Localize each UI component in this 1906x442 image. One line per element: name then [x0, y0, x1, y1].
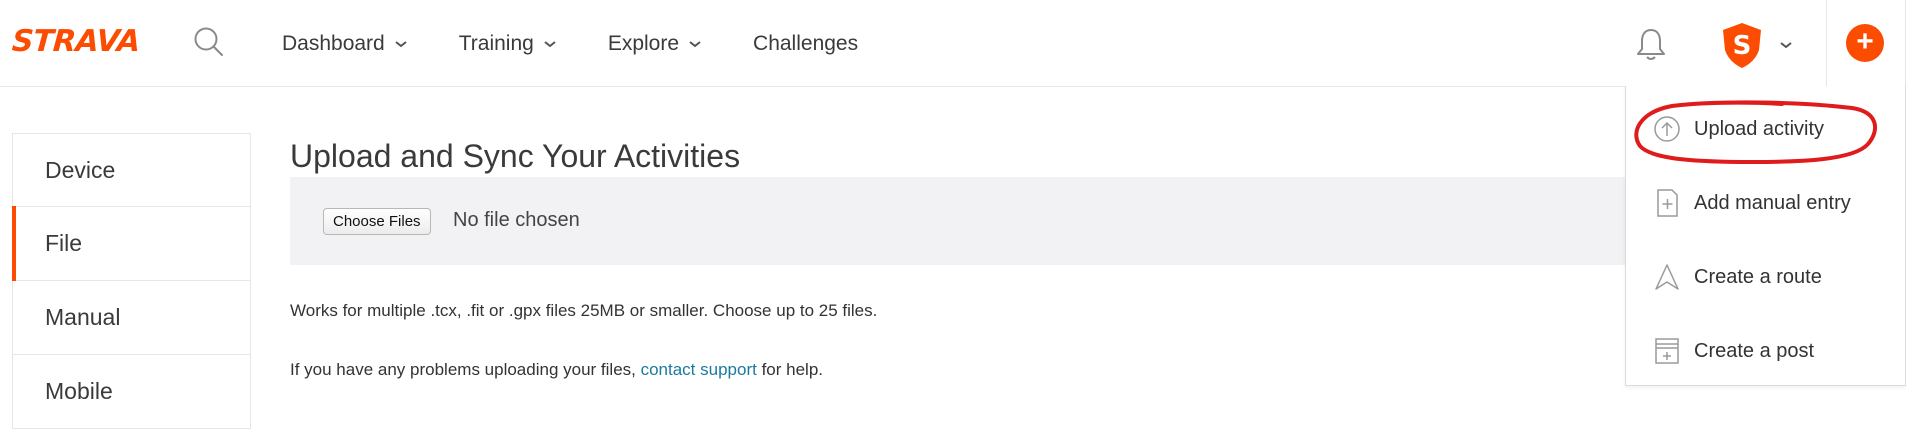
main-nav: Dashboard Training Explore Challenges	[282, 0, 909, 87]
tab-mobile-label: Mobile	[45, 378, 113, 404]
post-icon	[1655, 338, 1679, 364]
menu-item-label: Create a route	[1694, 265, 1822, 288]
help-suffix: for help.	[756, 360, 823, 379]
logo-text: STRAVA	[10, 23, 141, 59]
nav-dashboard-label: Dashboard	[282, 31, 385, 55]
menu-item-create-route[interactable]: Create a route	[1626, 240, 1906, 314]
chevron-down-icon	[689, 40, 701, 47]
no-file-chosen-text: No file chosen	[453, 209, 580, 231]
nav-challenges-label: Challenges	[753, 31, 859, 55]
menu-item-create-post[interactable]: Create a post	[1626, 314, 1906, 388]
upload-method-tabs: Device File Manual Mobile	[12, 133, 251, 429]
add-menu-cell: +	[1826, 0, 1906, 87]
nav-dashboard[interactable]: Dashboard	[282, 32, 408, 56]
menu-item-upload-activity[interactable]: Upload activity	[1626, 92, 1906, 166]
nav-explore[interactable]: Explore	[608, 32, 702, 56]
menu-item-label: Add manual entry	[1694, 191, 1851, 214]
top-navigation-bar: STRAVA Dashboard Training Explore Challe…	[0, 0, 1906, 87]
plus-icon[interactable]: +	[1846, 24, 1884, 62]
tab-file[interactable]: File	[12, 206, 251, 281]
tab-mobile[interactable]: Mobile	[12, 355, 251, 429]
nav-explore-label: Explore	[607, 31, 680, 55]
chevron-down-icon	[1780, 42, 1792, 49]
user-menu[interactable]: S	[1717, 20, 1793, 70]
chevron-down-icon	[395, 40, 407, 47]
add-dropdown-menu: Upload activity Add manual entry Create …	[1625, 86, 1906, 386]
add-entry-icon	[1657, 189, 1678, 217]
bell-icon[interactable]	[1634, 26, 1668, 62]
file-requirements-text: Works for multiple .tcx, .fit or .gpx fi…	[290, 301, 878, 320]
page-title: Upload and Sync Your Activities	[290, 138, 741, 174]
choose-files-button[interactable]: Choose Files	[323, 208, 431, 235]
tab-manual-label: Manual	[45, 304, 121, 330]
route-icon	[1655, 264, 1679, 290]
help-text: If you have any problems uploading your …	[290, 360, 823, 380]
svg-text:S: S	[1733, 31, 1752, 61]
upload-icon	[1654, 116, 1680, 142]
file-upload-area: Choose Files No file chosen	[290, 177, 1690, 265]
nav-challenges[interactable]: Challenges	[753, 32, 858, 56]
tab-device-label: Device	[45, 156, 116, 183]
strava-logo[interactable]: STRAVA	[10, 23, 141, 59]
tab-manual[interactable]: Manual	[12, 281, 251, 355]
nav-training-label: Training	[458, 31, 534, 55]
tab-file-label: File	[45, 230, 83, 256]
contact-support-link[interactable]: contact support	[641, 360, 757, 379]
menu-item-label: Create a post	[1694, 339, 1815, 362]
nav-training[interactable]: Training	[459, 32, 557, 56]
menu-item-add-manual-entry[interactable]: Add manual entry	[1626, 166, 1906, 240]
avatar: S	[1723, 23, 1761, 68]
chevron-down-icon	[544, 40, 556, 47]
tab-device[interactable]: Device	[12, 133, 251, 207]
search-icon[interactable]	[191, 24, 227, 60]
menu-item-label: Upload activity	[1694, 117, 1825, 140]
help-prefix: If you have any problems uploading your …	[290, 360, 641, 379]
